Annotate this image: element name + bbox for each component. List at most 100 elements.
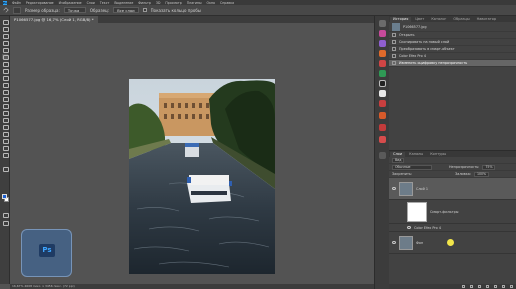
filter-visibility-eye-icon[interactable] bbox=[407, 226, 411, 229]
sample-label: Образец: bbox=[89, 7, 110, 13]
screen-mode-icon[interactable] bbox=[2, 220, 9, 226]
more-tools-icon[interactable] bbox=[2, 166, 9, 172]
new-layer-icon[interactable] bbox=[502, 285, 505, 288]
menu-file[interactable]: Файл bbox=[12, 1, 21, 5]
sample-size-label: Размер образца: bbox=[25, 7, 60, 13]
visibility-eye-icon[interactable] bbox=[392, 241, 396, 244]
sample-size-select[interactable]: Точка bbox=[63, 7, 86, 13]
eyedropper-tool-icon[interactable] bbox=[2, 54, 9, 60]
filter-name[interactable]: Color Efex Pro 4 bbox=[414, 226, 441, 230]
shape-tool-icon[interactable] bbox=[2, 138, 9, 144]
canvas-area[interactable]: Ps bbox=[10, 23, 374, 284]
filter-row[interactable]: Color Efex Pro 4 bbox=[389, 224, 516, 232]
gradient-tool-icon[interactable] bbox=[2, 96, 9, 102]
layer-filter-select[interactable]: Вид bbox=[392, 157, 405, 163]
tab-layers[interactable]: Слои bbox=[390, 152, 406, 157]
history-item-label: Открыть bbox=[399, 33, 415, 37]
menu-view[interactable]: Просмотр bbox=[165, 1, 181, 5]
navigator-panel-icon[interactable] bbox=[379, 60, 386, 67]
menu-layers[interactable]: Слои bbox=[87, 1, 95, 5]
eyedropper-tool-preset[interactable] bbox=[13, 6, 21, 14]
tab-libraries[interactable]: Каталог bbox=[428, 17, 449, 22]
layer-name[interactable]: Слой 1 bbox=[416, 187, 428, 191]
menu-3d[interactable]: 3D bbox=[156, 1, 160, 5]
libraries-panel-icon[interactable] bbox=[379, 40, 386, 47]
background-thumbnail bbox=[399, 235, 413, 250]
brush-tool-icon[interactable] bbox=[2, 68, 9, 74]
blur-tool-icon[interactable] bbox=[2, 103, 9, 109]
history-item-active[interactable]: Изменить оцифровку непрозрачность bbox=[389, 60, 516, 67]
layer-row-layer1[interactable]: Слой 1 bbox=[389, 178, 516, 200]
sample-select[interactable]: Все слои bbox=[113, 7, 139, 13]
show-ring-checkbox[interactable] bbox=[142, 8, 147, 12]
layers-panel: Слои Каналы Контуры Вид Обычные Непрозра… bbox=[389, 150, 516, 289]
brush-panel-icon[interactable] bbox=[379, 90, 386, 97]
marquee-tool-icon[interactable] bbox=[2, 26, 9, 32]
smart-filter-mask[interactable] bbox=[407, 201, 427, 222]
lasso-tool-icon[interactable] bbox=[2, 33, 9, 39]
history-brush-tool-icon[interactable] bbox=[2, 82, 9, 88]
paths-panel-icon[interactable] bbox=[379, 112, 386, 119]
layers-panel-icon[interactable] bbox=[379, 152, 386, 159]
menu-edit[interactable]: Редактирование bbox=[26, 1, 54, 5]
tab-channels[interactable]: Каналы bbox=[406, 152, 426, 157]
crop-tool-icon[interactable] bbox=[2, 47, 9, 53]
tab-swatches[interactable]: Образцы bbox=[450, 17, 472, 22]
delete-layer-icon[interactable] bbox=[510, 285, 513, 288]
plugin-panel-icon[interactable] bbox=[379, 80, 386, 87]
history-item[interactable]: Color Efex Pro 4 bbox=[389, 53, 516, 60]
history-item-label: Изменить оцифровку непрозрачность bbox=[399, 61, 468, 65]
color-panel-icon[interactable] bbox=[379, 30, 386, 37]
opacity-input[interactable]: 75% bbox=[482, 164, 496, 170]
tab-color[interactable]: Цвет bbox=[412, 17, 427, 22]
smart-filters-row[interactable]: Смарт-фильтры bbox=[389, 200, 516, 224]
fx-icon[interactable] bbox=[470, 285, 473, 288]
history-item[interactable]: Преобразовать в смарт-объект bbox=[389, 46, 516, 53]
link-layers-icon[interactable] bbox=[462, 285, 465, 288]
document-tab[interactable]: P1066577.jpg @ 16,7% (Слой 1, RGB/8) * bbox=[10, 16, 98, 23]
zoom-tool-icon[interactable] bbox=[2, 152, 9, 158]
history-snapshot[interactable]: P1066577.jpg bbox=[389, 22, 516, 32]
fill-input[interactable]: 100% bbox=[473, 171, 490, 177]
tab-paths[interactable]: Контуры bbox=[427, 152, 449, 157]
eraser-tool-icon[interactable] bbox=[2, 89, 9, 95]
dodge-tool-icon[interactable] bbox=[2, 110, 9, 116]
blend-row: Обычные Непрозрачность: 75% bbox=[389, 164, 516, 171]
move-tool-icon[interactable] bbox=[2, 19, 9, 25]
background-layer-name[interactable]: Фон bbox=[416, 241, 423, 245]
adjustments-panel-icon[interactable] bbox=[379, 70, 386, 77]
smart-filters-label: Смарт-фильтры bbox=[430, 209, 459, 214]
properties-panel-icon[interactable] bbox=[379, 100, 386, 107]
menu-filter[interactable]: Фильтр bbox=[138, 1, 151, 5]
blend-mode-select[interactable]: Обычные bbox=[392, 164, 432, 170]
menu-select[interactable]: Выделение bbox=[114, 1, 133, 5]
stamp-tool-icon[interactable] bbox=[2, 75, 9, 81]
document-image[interactable] bbox=[129, 79, 275, 274]
menu-plugins[interactable]: Плагины bbox=[187, 1, 202, 5]
history-item[interactable]: Скопировать на новый слой bbox=[389, 39, 516, 46]
swatches-panel-icon[interactable] bbox=[379, 50, 386, 57]
healing-tool-icon[interactable] bbox=[2, 61, 9, 67]
history-item[interactable]: Открыть bbox=[389, 32, 516, 39]
quick-mask-icon[interactable] bbox=[2, 212, 9, 218]
add-mask-icon[interactable] bbox=[478, 285, 481, 288]
info-panel-icon[interactable] bbox=[379, 136, 386, 143]
type-tool-icon[interactable] bbox=[2, 124, 9, 130]
menu-help[interactable]: Справка bbox=[220, 1, 234, 5]
adjustment-layer-icon[interactable] bbox=[486, 285, 489, 288]
menu-image[interactable]: Изображение bbox=[59, 1, 82, 5]
visibility-eye-icon[interactable] bbox=[392, 187, 396, 190]
foreground-color-swatch[interactable] bbox=[2, 194, 7, 199]
path-select-tool-icon[interactable] bbox=[2, 131, 9, 137]
pen-tool-icon[interactable] bbox=[2, 117, 9, 123]
new-group-icon[interactable] bbox=[494, 285, 497, 288]
tab-navigator[interactable]: Навигатор bbox=[474, 17, 500, 22]
quick-select-tool-icon[interactable] bbox=[2, 40, 9, 46]
actions-panel-icon[interactable] bbox=[379, 124, 386, 131]
tab-history[interactable]: История bbox=[390, 17, 412, 22]
menu-type[interactable]: Текст bbox=[100, 1, 109, 5]
hand-tool-icon[interactable] bbox=[2, 145, 9, 151]
home-icon[interactable] bbox=[3, 7, 9, 13]
history-panel-icon[interactable] bbox=[379, 20, 386, 27]
menu-window[interactable]: Окно bbox=[207, 1, 215, 5]
